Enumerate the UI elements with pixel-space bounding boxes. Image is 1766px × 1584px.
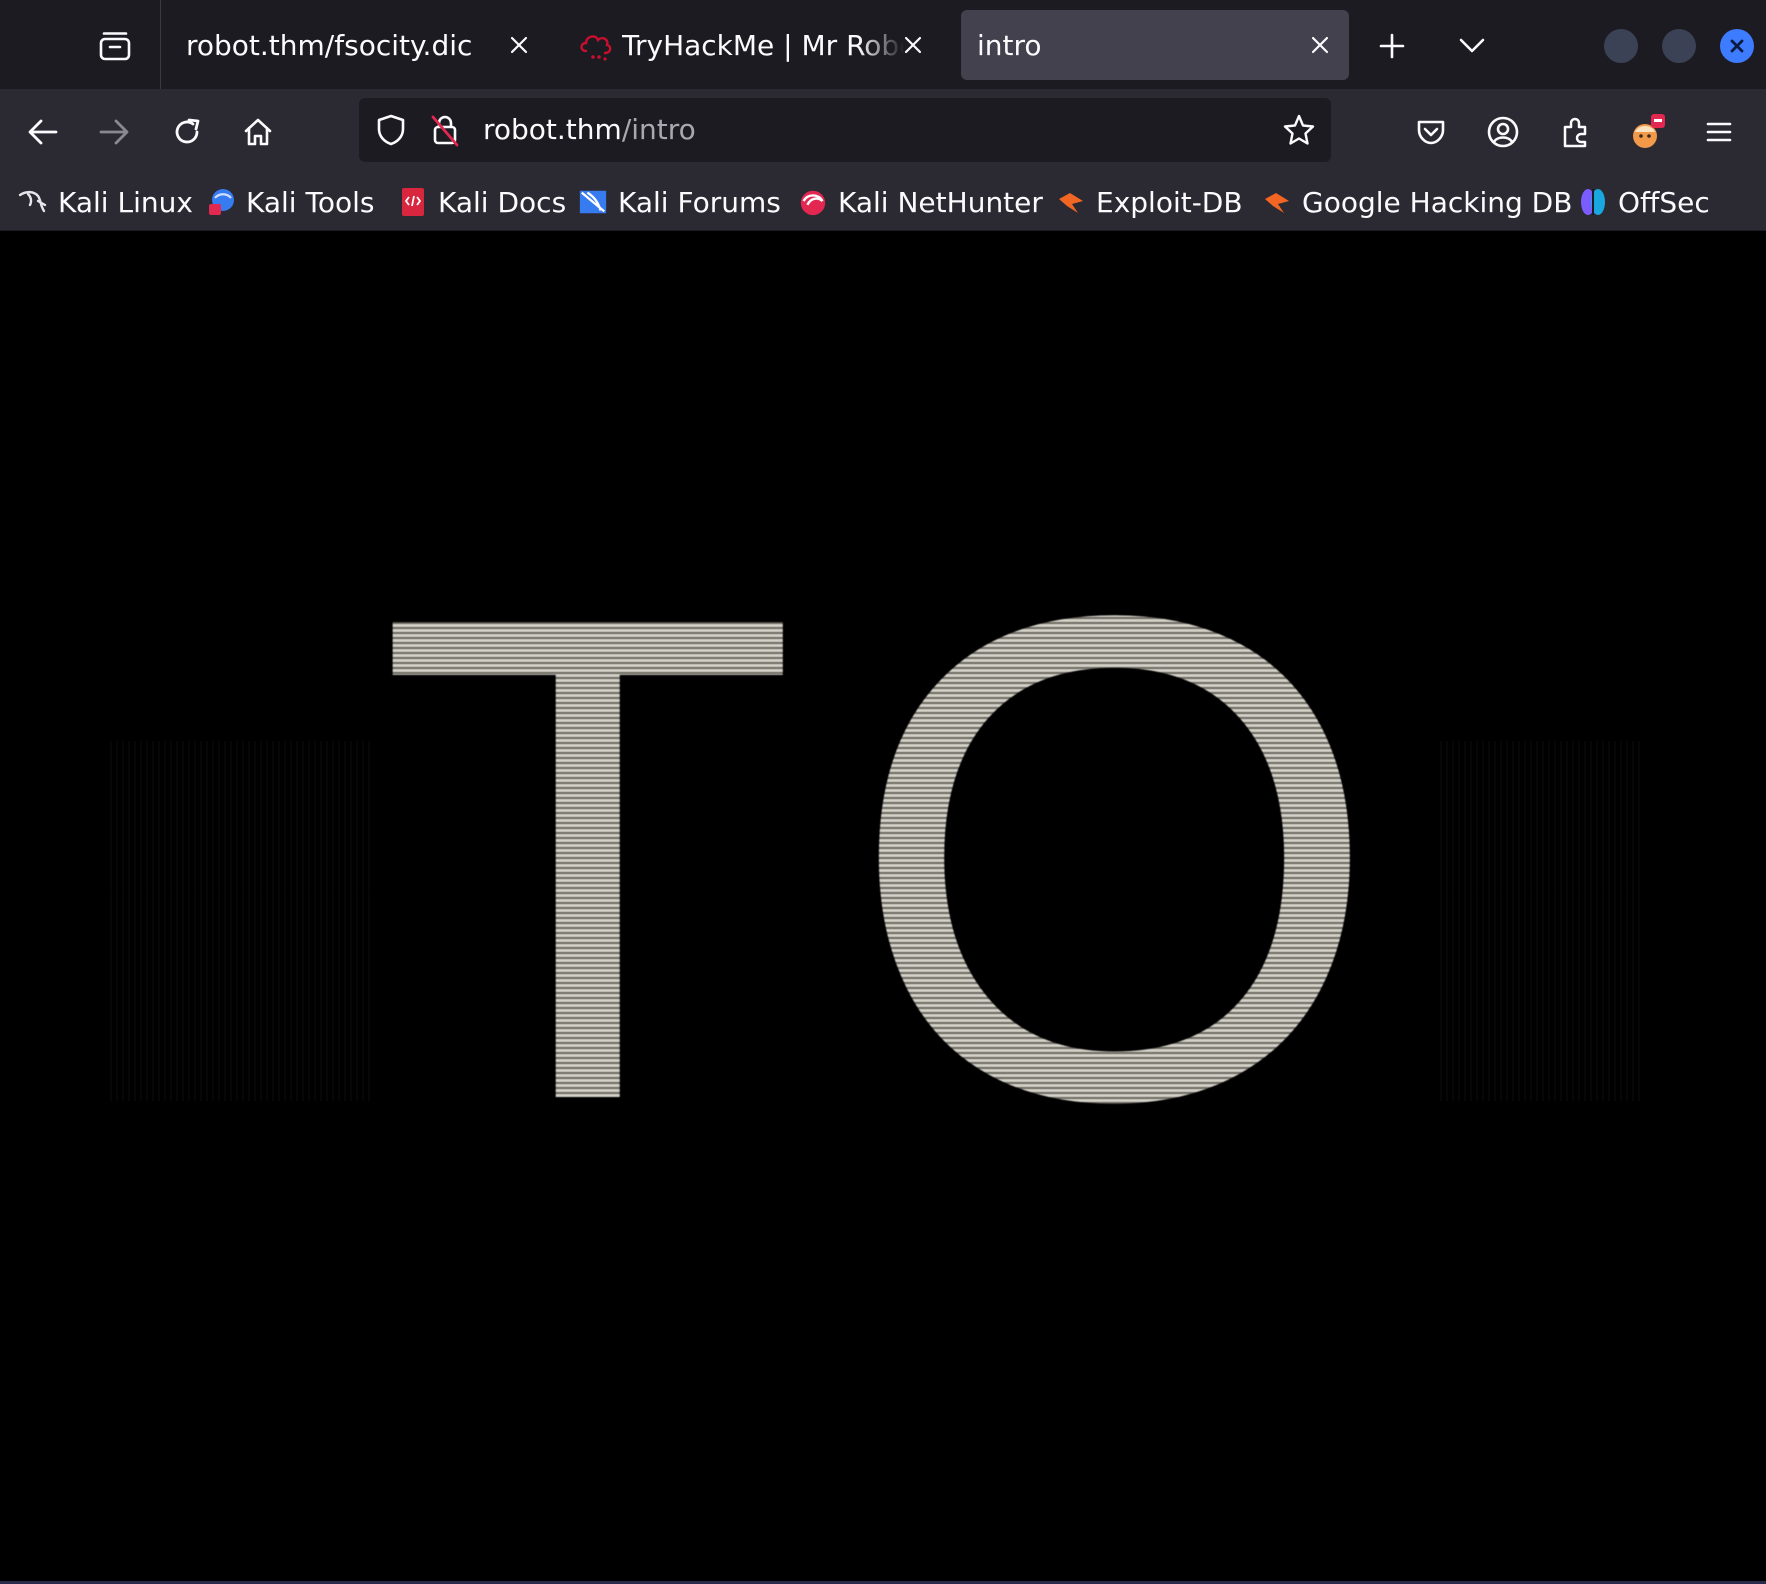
star-icon: [1283, 114, 1315, 145]
reload-icon: [175, 118, 200, 144]
tab-title: robot.thm/fsocity.dic: [186, 28, 473, 62]
page-content-video[interactable]: TO: [0, 231, 1766, 1584]
bookmark-star-button[interactable]: [1281, 112, 1317, 148]
firefox-view-button[interactable]: [92, 26, 138, 66]
close-icon: [1730, 39, 1744, 53]
kali-forums-icon: [578, 187, 608, 217]
app-menu-button[interactable]: [1696, 109, 1742, 155]
foxyproxy-extension-button[interactable]: [1625, 109, 1671, 155]
extensions-button[interactable]: [1553, 109, 1599, 155]
close-icon: [510, 36, 528, 54]
home-icon: [244, 118, 272, 146]
new-tab-button[interactable]: [1372, 26, 1412, 66]
tab-close-button[interactable]: [504, 30, 534, 60]
pocket-button[interactable]: [1408, 109, 1454, 155]
close-icon: [1311, 36, 1329, 54]
navigation-toolbar: robot.thm/intro: [0, 89, 1766, 174]
insecure-lock-icon[interactable]: [427, 112, 463, 148]
exploit-db-icon: [1056, 187, 1086, 217]
exploit-db-icon: [1262, 187, 1292, 217]
offsec-icon: [1578, 187, 1608, 217]
bookmark-label: Exploit-DB: [1096, 185, 1243, 219]
close-icon: [904, 36, 922, 54]
tab-tryhackme[interactable]: TryHackMe | Mr Robot CTF: [568, 10, 940, 80]
url-text[interactable]: robot.thm/intro: [483, 113, 696, 146]
close-window-button[interactable]: [1720, 29, 1754, 63]
tab-title: intro: [977, 28, 1042, 62]
pocket-icon: [1417, 120, 1445, 145]
kali-tools-icon: [206, 187, 236, 217]
bookmark-kali-forums[interactable]: Kali Forums: [578, 184, 781, 220]
kali-nethunter-icon: [798, 187, 828, 217]
kali-docs-icon: [398, 187, 428, 217]
tab-fsocity-dic[interactable]: robot.thm/fsocity.dic: [168, 10, 548, 80]
bookmark-label: OffSec: [1618, 185, 1710, 219]
bookmark-kali-tools[interactable]: Kali Tools: [206, 184, 374, 220]
intro-video-frame-text: TO: [340, 514, 1480, 1204]
chevron-down-icon: [1459, 38, 1485, 53]
url-path: /intro: [621, 113, 696, 146]
tracking-protection-shield-icon[interactable]: [373, 112, 409, 148]
bookmark-label: Kali NetHunter: [838, 185, 1043, 219]
tab-title: TryHackMe | Mr Robot CTF: [622, 28, 904, 62]
tab-separator: [160, 0, 161, 89]
bookmark-kali-nethunter[interactable]: Kali NetHunter: [798, 184, 1043, 220]
ghost-letter-trace: [110, 741, 370, 1101]
forward-button[interactable]: [91, 109, 137, 155]
back-arrow-icon: [28, 119, 58, 145]
forward-arrow-icon: [99, 119, 129, 145]
tab-strip: robot.thm/fsocity.dic TryHackMe | Mr Rob…: [0, 0, 1766, 89]
account-icon: [1487, 116, 1519, 148]
bookmark-google-hacking-db[interactable]: Google Hacking DB: [1262, 184, 1572, 220]
bookmarks-toolbar: Kali Linux Kali Tools Kali Docs Kali For…: [0, 174, 1766, 231]
account-button[interactable]: [1480, 109, 1526, 155]
back-button[interactable]: [20, 109, 66, 155]
maximize-window-button[interactable]: [1662, 29, 1696, 63]
plus-icon: [1379, 33, 1405, 59]
bookmark-exploit-db[interactable]: Exploit-DB: [1056, 184, 1243, 220]
bookmark-kali-docs[interactable]: Kali Docs: [398, 184, 566, 220]
fox-extension-icon: [1633, 114, 1665, 148]
home-button[interactable]: [235, 109, 281, 155]
puzzle-piece-icon: [1563, 117, 1587, 148]
tab-close-button[interactable]: [898, 30, 928, 60]
bookmark-label: Kali Tools: [246, 185, 375, 219]
tab-close-button[interactable]: [1305, 30, 1335, 60]
bookmark-label: Google Hacking DB: [1302, 185, 1573, 219]
list-all-tabs-button[interactable]: [1452, 26, 1492, 66]
hamburger-menu-icon: [1706, 122, 1732, 142]
reload-button[interactable]: [164, 109, 210, 155]
firefox-view-icon: [99, 32, 131, 61]
kali-dragon-icon: [18, 187, 48, 217]
bookmark-label: Kali Docs: [438, 185, 567, 219]
bookmark-kali-linux[interactable]: Kali Linux: [18, 184, 193, 220]
tab-intro-active[interactable]: intro: [961, 10, 1349, 80]
bookmark-offsec[interactable]: OffSec: [1578, 184, 1710, 220]
url-bar[interactable]: robot.thm/intro: [359, 98, 1331, 162]
url-host: robot.thm: [483, 113, 622, 146]
minimize-window-button[interactable]: [1604, 29, 1638, 63]
bookmark-label: Kali Linux: [58, 185, 193, 219]
bookmark-label: Kali Forums: [618, 185, 781, 219]
tryhackme-cloud-icon: [578, 27, 614, 63]
